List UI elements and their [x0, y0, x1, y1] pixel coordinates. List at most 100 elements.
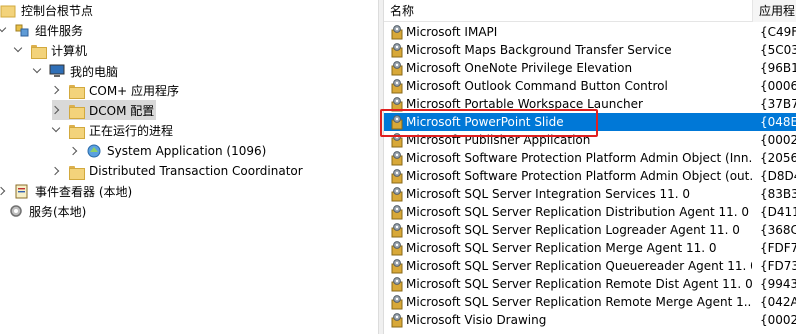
chevron-down-icon[interactable] [33, 66, 43, 76]
list-item[interactable]: Microsoft SQL Server Replication Remote … [384, 275, 796, 293]
list-item[interactable]: Microsoft PowerPoint Slide {048EE [384, 113, 796, 131]
chevron-down-icon[interactable] [0, 25, 8, 35]
list-item-appid: {042A4 [760, 295, 796, 309]
tree-item-label: DCOM 配置 [89, 103, 155, 118]
list-item-appid: {D4119 [760, 205, 796, 219]
list-item[interactable]: Microsoft SQL Server Replication Merge A… [384, 239, 796, 257]
list-item-appid: {C49F2 [760, 25, 796, 39]
dcom-app-icon [389, 204, 405, 220]
tree-item-my-computer[interactable]: 我的电脑 [33, 61, 118, 81]
dcom-app-icon [389, 42, 405, 58]
dcom-app-icon [389, 312, 405, 328]
list-item-name: Microsoft SQL Server Replication Remote … [406, 277, 752, 291]
list-item-appid: {00021 [760, 313, 796, 327]
services-gear-icon [8, 203, 24, 219]
list-item[interactable]: Microsoft SQL Server Replication Logread… [384, 221, 796, 239]
chevron-right-icon[interactable] [70, 146, 80, 156]
tree-item-system-application[interactable]: System Application (1096) [70, 141, 266, 161]
column-header-appid[interactable]: 应用程 [753, 0, 796, 22]
list-item[interactable]: Microsoft IMAPI {C49F2 [384, 23, 796, 41]
computer-icon [49, 63, 65, 79]
list-item-name: Microsoft SQL Server Replication Remote … [406, 295, 752, 309]
list-item[interactable]: Microsoft Portable Workspace Launcher {37… [384, 95, 796, 113]
folder-icon [30, 42, 47, 59]
list-item-name: Microsoft OneNote Privilege Elevation [406, 61, 633, 75]
tree-item-label: 事件查看器 (本地) [35, 184, 133, 199]
folder-icon [68, 102, 85, 119]
list-item-appid: {FDF7E [760, 241, 796, 255]
console-tree: 控制台根节点 组件服务 计算机 我的电脑 COM+ 应用程序 DCOM 配置 正… [0, 0, 378, 334]
list-item-name: Microsoft Maps Background Transfer Servi… [406, 43, 672, 57]
list-item-name: Microsoft SQL Server Replication Logread… [406, 223, 740, 237]
list-item-name: Microsoft Software Protection Platform A… [406, 169, 752, 183]
list-item-name: Microsoft SQL Server Integration Service… [406, 187, 691, 201]
chevron-down-icon[interactable] [52, 125, 62, 135]
list-item[interactable]: Microsoft Outlook Command Button Control… [384, 77, 796, 95]
list-item[interactable]: Microsoft SQL Server Replication Remote … [384, 293, 796, 311]
tree-item-component-services[interactable]: 组件服务 [0, 20, 83, 40]
list-item-appid: {2056C [760, 151, 796, 165]
list-item[interactable]: Microsoft SQL Server Integration Service… [384, 185, 796, 203]
tree-item-label: 正在运行的进程 [89, 123, 174, 138]
dcom-app-icon [389, 240, 405, 256]
dcom-app-icon [389, 294, 405, 310]
tree-item-dcom-config[interactable]: DCOM 配置 [52, 100, 156, 120]
list-item-appid: {5C03E [760, 43, 796, 57]
chevron-right-icon[interactable] [52, 85, 62, 95]
tree-item-label: 我的电脑 [70, 64, 119, 79]
process-icon [86, 143, 102, 159]
dcom-app-icon [389, 132, 405, 148]
chevron-right-icon[interactable] [52, 166, 62, 176]
list-item-name: Microsoft IMAPI [406, 25, 498, 39]
tree-item-com-apps[interactable]: COM+ 应用程序 [52, 80, 179, 100]
list-item[interactable]: Microsoft SQL Server Replication Queuere… [384, 257, 796, 275]
list-item[interactable]: Microsoft Publisher Application {00021 [384, 131, 796, 149]
dcom-list-view: 名称 应用程 Microsoft IMAPI {C49F2 Microsoft Ma… [384, 0, 796, 334]
dcom-app-icon [389, 60, 405, 76]
component-services-icon [14, 22, 30, 38]
dcom-app-icon [389, 222, 405, 238]
list-item-name: Microsoft SQL Server Replication Queuere… [406, 259, 752, 273]
chevron-down-icon[interactable] [14, 45, 24, 55]
list-item-name: Microsoft Visio Drawing [406, 313, 547, 327]
list-item[interactable]: Microsoft SQL Server Replication Distrib… [384, 203, 796, 221]
list-item-appid: {83B33 [760, 187, 796, 201]
list-item-name: Microsoft Outlook Command Button Control [406, 79, 668, 93]
list-item[interactable]: Microsoft Maps Background Transfer Servi… [384, 41, 796, 59]
list-item-appid: {368C2 [760, 223, 796, 237]
dcom-app-icon [389, 258, 405, 274]
tree-item-running-processes[interactable]: 正在运行的进程 [52, 120, 173, 140]
event-viewer-icon [14, 183, 30, 199]
list-item-appid: {37B73 [760, 97, 796, 111]
dcom-app-icon [389, 276, 405, 292]
folder-icon [0, 2, 16, 18]
tree-item-computers[interactable]: 计算机 [14, 40, 87, 60]
tree-item-console-root[interactable]: 控制台根节点 [0, 0, 93, 20]
tree-item-label: 控制台根节点 [21, 3, 94, 18]
chevron-right-icon[interactable] [52, 105, 62, 115]
list-item[interactable]: Microsoft Visio Drawing {00021 [384, 311, 796, 329]
tree-item-label: COM+ 应用程序 [89, 83, 180, 98]
folder-icon [68, 163, 85, 180]
chevron-right-icon[interactable] [0, 186, 8, 196]
dcom-app-icon [389, 114, 405, 130]
folder-icon [68, 122, 85, 139]
tree-item-event-viewer[interactable]: 事件查看器 (本地) [0, 181, 132, 201]
list-item-name: Microsoft Software Protection Platform A… [406, 151, 752, 165]
list-item-appid: {D8D4 [760, 169, 796, 183]
tree-item-services[interactable]: 服务(本地) [8, 201, 86, 221]
list-item[interactable]: Microsoft Software Protection Platform A… [384, 149, 796, 167]
tree-item-dtc[interactable]: Distributed Transaction Coordinator [52, 161, 303, 181]
list-item-appid: {FD737 [760, 259, 796, 273]
list-item[interactable]: Microsoft OneNote Privilege Elevation {96… [384, 59, 796, 77]
column-header-name[interactable]: 名称 [384, 0, 752, 22]
list-item-name: Microsoft PowerPoint Slide [406, 115, 564, 129]
list-item[interactable]: Microsoft Software Protection Platform A… [384, 167, 796, 185]
tree-item-label: 组件服务 [35, 23, 84, 38]
dcom-app-icon [389, 24, 405, 40]
dcom-app-icon [389, 96, 405, 112]
list-item-appid: {048EE [760, 115, 796, 129]
tree-item-label: 计算机 [51, 43, 88, 58]
list-item-name: Microsoft Publisher Application [406, 133, 591, 147]
list-item-appid: {00021 [760, 133, 796, 147]
